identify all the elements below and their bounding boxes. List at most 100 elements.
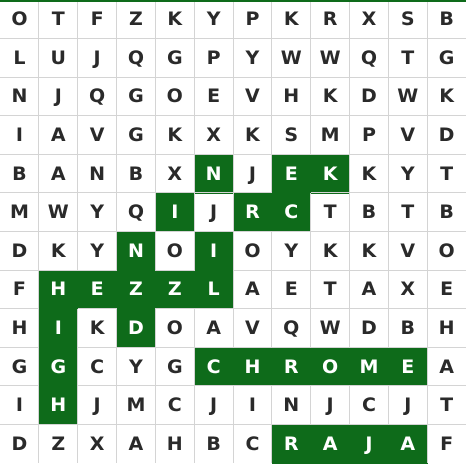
- letter-cell[interactable]: E: [194, 77, 233, 116]
- letter-cell[interactable]: A: [233, 270, 272, 309]
- highlighted-letter-cell[interactable]: C: [194, 347, 233, 386]
- letter-cell[interactable]: F: [427, 424, 466, 463]
- letter-cell[interactable]: G: [117, 116, 156, 155]
- letter-cell[interactable]: D: [0, 232, 39, 271]
- letter-cell[interactable]: P: [350, 116, 389, 155]
- letter-cell[interactable]: W: [311, 39, 350, 78]
- letter-cell[interactable]: A: [39, 154, 78, 193]
- highlighted-letter-cell[interactable]: C: [272, 193, 311, 232]
- letter-cell[interactable]: O: [155, 232, 194, 271]
- letter-cell[interactable]: O: [155, 309, 194, 348]
- letter-cell[interactable]: Z: [117, 0, 156, 39]
- letter-cell[interactable]: Y: [388, 154, 427, 193]
- highlighted-letter-cell[interactable]: Z: [117, 270, 156, 309]
- letter-cell[interactable]: A: [117, 424, 156, 463]
- letter-cell[interactable]: K: [350, 154, 389, 193]
- highlighted-letter-cell[interactable]: Z: [155, 270, 194, 309]
- highlighted-letter-cell[interactable]: E: [272, 154, 311, 193]
- letter-cell[interactable]: R: [311, 0, 350, 39]
- letter-cell[interactable]: D: [350, 309, 389, 348]
- letter-cell[interactable]: D: [350, 77, 389, 116]
- letter-cell[interactable]: W: [39, 193, 78, 232]
- letter-cell[interactable]: V: [388, 232, 427, 271]
- letter-cell[interactable]: U: [39, 39, 78, 78]
- letter-cell[interactable]: B: [0, 154, 39, 193]
- letter-cell[interactable]: A: [350, 270, 389, 309]
- letter-cell[interactable]: S: [272, 116, 311, 155]
- letter-cell[interactable]: V: [388, 116, 427, 155]
- letter-cell[interactable]: K: [78, 309, 117, 348]
- letter-cell[interactable]: K: [311, 232, 350, 271]
- letter-cell[interactable]: J: [39, 77, 78, 116]
- letter-cell[interactable]: K: [272, 0, 311, 39]
- letter-cell[interactable]: J: [78, 386, 117, 425]
- letter-cell[interactable]: K: [39, 232, 78, 271]
- letter-cell[interactable]: Y: [233, 39, 272, 78]
- letter-cell[interactable]: Q: [78, 77, 117, 116]
- letter-cell[interactable]: V: [233, 77, 272, 116]
- letter-cell[interactable]: O: [155, 77, 194, 116]
- letter-cell[interactable]: K: [155, 0, 194, 39]
- letter-cell[interactable]: X: [350, 0, 389, 39]
- letter-cell[interactable]: W: [311, 309, 350, 348]
- highlighted-letter-cell[interactable]: N: [117, 232, 156, 271]
- letter-cell[interactable]: M: [117, 386, 156, 425]
- letter-cell[interactable]: J: [311, 386, 350, 425]
- letter-cell[interactable]: X: [194, 116, 233, 155]
- letter-cell[interactable]: T: [311, 193, 350, 232]
- letter-cell[interactable]: T: [39, 0, 78, 39]
- letter-cell[interactable]: H: [0, 309, 39, 348]
- letter-cell[interactable]: C: [233, 424, 272, 463]
- letter-cell[interactable]: O: [427, 232, 466, 271]
- letter-cell[interactable]: C: [78, 347, 117, 386]
- highlighted-letter-cell[interactable]: M: [350, 347, 389, 386]
- letter-cell[interactable]: F: [0, 270, 39, 309]
- highlighted-letter-cell[interactable]: I: [194, 232, 233, 271]
- letter-cell[interactable]: S: [388, 0, 427, 39]
- letter-cell[interactable]: Y: [117, 347, 156, 386]
- letter-cell[interactable]: T: [388, 39, 427, 78]
- letter-cell[interactable]: N: [78, 154, 117, 193]
- letter-cell[interactable]: W: [272, 39, 311, 78]
- letter-cell[interactable]: M: [0, 193, 39, 232]
- highlighted-letter-cell[interactable]: L: [194, 270, 233, 309]
- letter-cell[interactable]: G: [0, 347, 39, 386]
- highlighted-letter-cell[interactable]: A: [388, 424, 427, 463]
- letter-cell[interactable]: P: [194, 39, 233, 78]
- letter-cell[interactable]: B: [388, 309, 427, 348]
- letter-cell[interactable]: T: [311, 270, 350, 309]
- letter-cell[interactable]: N: [272, 386, 311, 425]
- letter-cell[interactable]: J: [194, 193, 233, 232]
- highlighted-letter-cell[interactable]: H: [39, 270, 78, 309]
- letter-cell[interactable]: Y: [272, 232, 311, 271]
- letter-cell[interactable]: H: [155, 424, 194, 463]
- letter-cell[interactable]: K: [350, 232, 389, 271]
- letter-cell[interactable]: L: [0, 39, 39, 78]
- highlighted-letter-cell[interactable]: I: [155, 193, 194, 232]
- letter-cell[interactable]: M: [311, 116, 350, 155]
- letter-cell[interactable]: V: [78, 116, 117, 155]
- letter-cell[interactable]: Y: [78, 232, 117, 271]
- highlighted-letter-cell[interactable]: H: [39, 386, 78, 425]
- letter-cell[interactable]: E: [272, 270, 311, 309]
- letter-cell[interactable]: X: [388, 270, 427, 309]
- letter-cell[interactable]: C: [350, 386, 389, 425]
- letter-cell[interactable]: B: [194, 424, 233, 463]
- letter-cell[interactable]: E: [427, 270, 466, 309]
- letter-cell[interactable]: I: [0, 386, 39, 425]
- letter-cell[interactable]: A: [39, 116, 78, 155]
- highlighted-letter-cell[interactable]: R: [233, 193, 272, 232]
- letter-cell[interactable]: H: [272, 77, 311, 116]
- highlighted-letter-cell[interactable]: I: [39, 309, 78, 348]
- letter-cell[interactable]: B: [427, 0, 466, 39]
- highlighted-letter-cell[interactable]: D: [117, 309, 156, 348]
- letter-cell[interactable]: D: [0, 424, 39, 463]
- letter-cell[interactable]: G: [155, 347, 194, 386]
- letter-cell[interactable]: V: [233, 309, 272, 348]
- letter-cell[interactable]: K: [233, 116, 272, 155]
- letter-cell[interactable]: J: [78, 39, 117, 78]
- letter-cell[interactable]: J: [388, 386, 427, 425]
- letter-cell[interactable]: I: [0, 116, 39, 155]
- letter-cell[interactable]: I: [233, 386, 272, 425]
- letter-cell[interactable]: G: [427, 39, 466, 78]
